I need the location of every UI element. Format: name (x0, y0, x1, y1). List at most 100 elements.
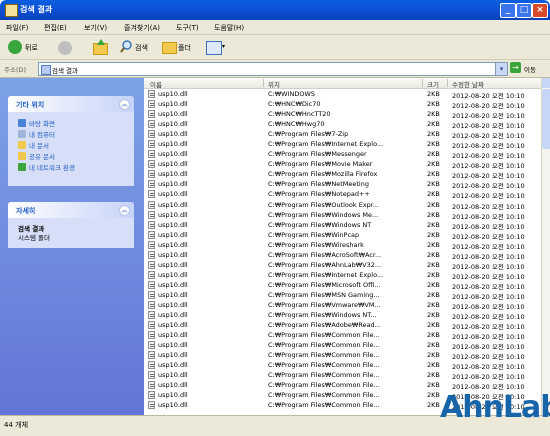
file-size: 2KB (427, 90, 440, 98)
table-row[interactable]: usp10.dll C:₩Program Files₩NetMeeting 2KB 2… (144, 179, 541, 190)
table-row[interactable]: usp10.dll C:₩Program Files₩Notepad++ 2KB 20… (144, 189, 541, 200)
table-row[interactable]: usp10.dll C:₩Program Files₩Windows NT... 2… (144, 310, 541, 321)
table-row[interactable]: usp10.dll C:₩HNC₩Hwg70 2KB 2012-08-20 오전 10… (144, 119, 541, 130)
menu-view[interactable]: 보기(V) (84, 23, 107, 33)
table-row[interactable]: usp10.dll C:₩Program Files₩Common File...… (144, 370, 541, 381)
file-name: usp10.dll (158, 150, 188, 159)
close-icon[interactable]: × (532, 3, 548, 18)
file-location: C:₩Program Files₩Outlook Expr... (268, 200, 380, 209)
menu-favorites[interactable]: 즐겨찾기(A) (124, 23, 160, 33)
table-row[interactable]: usp10.dll C:₩Program Files₩Common File...… (144, 350, 541, 361)
col-location[interactable]: 위치 (268, 79, 280, 89)
details-title: 자세히 (16, 207, 36, 215)
file-location: C:₩Program Files₩AcroSoft₩Acr... (268, 250, 382, 259)
table-row[interactable]: usp10.dll C:₩Program Files₩Common File...… (144, 360, 541, 371)
menu-tools[interactable]: 도구(T) (176, 23, 199, 33)
collapse-chevron-icon[interactable]: ︽ (119, 99, 130, 110)
search-button[interactable]: 검색 (120, 39, 154, 55)
file-location: C:₩Program Files₩Windows NT (268, 220, 372, 229)
table-row[interactable]: usp10.dll C:₩HNC₩HncTT20 2KB 2012-08-20 오전 … (144, 109, 541, 120)
dll-file-icon (148, 180, 155, 189)
file-size: 2KB (427, 230, 440, 239)
file-size: 2KB (427, 351, 440, 360)
dll-file-icon (148, 290, 155, 299)
address-value: 검색 결과 (52, 67, 78, 75)
file-location: C:₩Program Files₩Vmware₩VM... (268, 300, 381, 309)
file-size: 2KB (427, 311, 440, 320)
table-row[interactable]: usp10.dll C:₩Program Files₩Messenger 2KB 20… (144, 149, 541, 160)
go-button[interactable]: → 이동 (510, 62, 546, 75)
file-size: 2KB (427, 331, 440, 340)
table-row[interactable]: usp10.dll C:₩WINDOWS 2KB 2012-08-20 오전 10:1… (144, 89, 541, 100)
file-size: 2KB (427, 371, 440, 380)
title-bar[interactable]: 검색 결과 _ □ × (0, 0, 550, 20)
maximize-icon[interactable]: □ (516, 3, 532, 18)
file-location: C:₩Program Files₩Common File... (268, 341, 380, 350)
vertical-scrollbar[interactable] (541, 78, 550, 415)
table-row[interactable]: usp10.dll C:₩HNC₩Dic70 2KB 2012-08-20 오전 10… (144, 99, 541, 110)
table-row[interactable]: usp10.dll C:₩Program Files₩Common File...… (144, 380, 541, 391)
task-my-computer[interactable]: 내 컴퓨터 (18, 129, 55, 139)
col-modified[interactable]: 수정한 날짜 (452, 79, 484, 89)
task-my-documents[interactable]: 내 문서 (18, 140, 49, 150)
menu-help[interactable]: 도움말(H) (214, 23, 244, 33)
file-location: C:₩Program Files₩Messenger (268, 150, 367, 159)
table-row[interactable]: usp10.dll C:₩Program Files₩AcroSoft₩Acr..… (144, 250, 541, 261)
forward-icon[interactable] (58, 41, 72, 55)
file-size: 2KB (427, 300, 440, 309)
table-row[interactable]: usp10.dll C:₩Program Files₩Wireshark 2KB 20… (144, 240, 541, 251)
table-row[interactable]: usp10.dll C:₩Program Files₩Internet Explo… (144, 139, 541, 150)
task-pane: 기타 위치 ︽ 바탕 화면 내 컴퓨터 내 문서 공유 문서 내 네트워크 환경… (0, 78, 144, 415)
col-size[interactable]: 크기 (427, 79, 439, 89)
table-row[interactable]: usp10.dll C:₩Program Files₩MSN Gaming... 2… (144, 290, 541, 301)
file-size: 2KB (427, 190, 440, 199)
file-name: usp10.dll (158, 90, 188, 98)
table-row[interactable]: usp10.dll C:₩Program Files₩Windows NT 2KB 2… (144, 220, 541, 231)
table-row[interactable]: usp10.dll C:₩Program Files₩Common File...… (144, 330, 541, 341)
file-location: C:₩Program Files₩Notepad++ (268, 190, 370, 199)
scroll-thumb[interactable] (542, 89, 550, 149)
up-folder-icon[interactable] (92, 39, 108, 55)
address-dropdown-icon[interactable]: ▾ (495, 63, 507, 75)
table-row[interactable]: usp10.dll C:₩Program Files₩Windows Me... 2… (144, 210, 541, 221)
task-network[interactable]: 내 네트워크 환경 (18, 162, 75, 172)
col-name[interactable]: 이름 (150, 79, 162, 89)
address-input[interactable]: 검색 결과 ▾ (38, 62, 508, 76)
other-places-header[interactable]: 기타 위치 ︽ (8, 96, 134, 112)
minimize-icon[interactable]: _ (500, 3, 516, 18)
address-label: 주소(D) (4, 66, 27, 74)
file-name: usp10.dll (158, 250, 188, 259)
file-location: C:₩Program Files₩NetMeeting (268, 180, 369, 189)
details-header[interactable]: 자세히 ︽ (8, 202, 134, 218)
views-button[interactable]: ▾ (206, 39, 228, 55)
table-row[interactable]: usp10.dll C:₩Program Files₩Adobe₩Read... 2… (144, 320, 541, 331)
task-desktop[interactable]: 바탕 화면 (18, 118, 55, 128)
file-size: 2KB (427, 180, 440, 189)
table-row[interactable]: usp10.dll C:₩Program Files₩Internet Explo… (144, 270, 541, 281)
table-row[interactable]: usp10.dll C:₩Program Files₩Vmware₩VM... 2K… (144, 300, 541, 311)
task-shared-documents[interactable]: 공유 문서 (18, 151, 55, 161)
folders-icon (162, 42, 177, 54)
table-row[interactable]: usp10.dll C:₩Program Files₩Outlook Expr..… (144, 200, 541, 211)
file-size: 2KB (427, 341, 440, 350)
file-location: C:₩HNC₩Hwg70 (268, 120, 325, 129)
table-row[interactable]: usp10.dll C:₩Program Files₩AhnLab₩V32... 2… (144, 260, 541, 271)
table-row[interactable]: usp10.dll C:₩Program Files₩7-Zip 2KB 2012-0… (144, 129, 541, 140)
table-row[interactable]: usp10.dll C:₩Program Files₩Microsoft Offi… (144, 280, 541, 291)
menu-file[interactable]: 파일(F) (6, 23, 28, 33)
collapse-chevron-icon[interactable]: ︽ (119, 205, 130, 216)
file-name: usp10.dll (158, 110, 188, 119)
menu-edit[interactable]: 편집(E) (44, 23, 67, 33)
folders-button[interactable]: 폴더 (162, 39, 196, 55)
table-row[interactable]: usp10.dll C:₩Program Files₩Movie Maker 2KB… (144, 159, 541, 170)
back-button[interactable]: 뒤로 (8, 39, 48, 55)
dll-file-icon (148, 120, 155, 129)
table-row[interactable]: usp10.dll C:₩Program Files₩WinPcap 2KB 2012… (144, 230, 541, 241)
file-size: 2KB (427, 110, 440, 119)
scroll-up-icon[interactable] (542, 78, 550, 88)
table-row[interactable]: usp10.dll C:₩Program Files₩Mozilla Firefo… (144, 169, 541, 180)
file-name: usp10.dll (158, 361, 188, 370)
table-row[interactable]: usp10.dll C:₩Program Files₩Common File...… (144, 340, 541, 351)
address-bar: 주소(D) 검색 결과 ▾ → 이동 (0, 60, 550, 78)
file-name: usp10.dll (158, 351, 188, 360)
